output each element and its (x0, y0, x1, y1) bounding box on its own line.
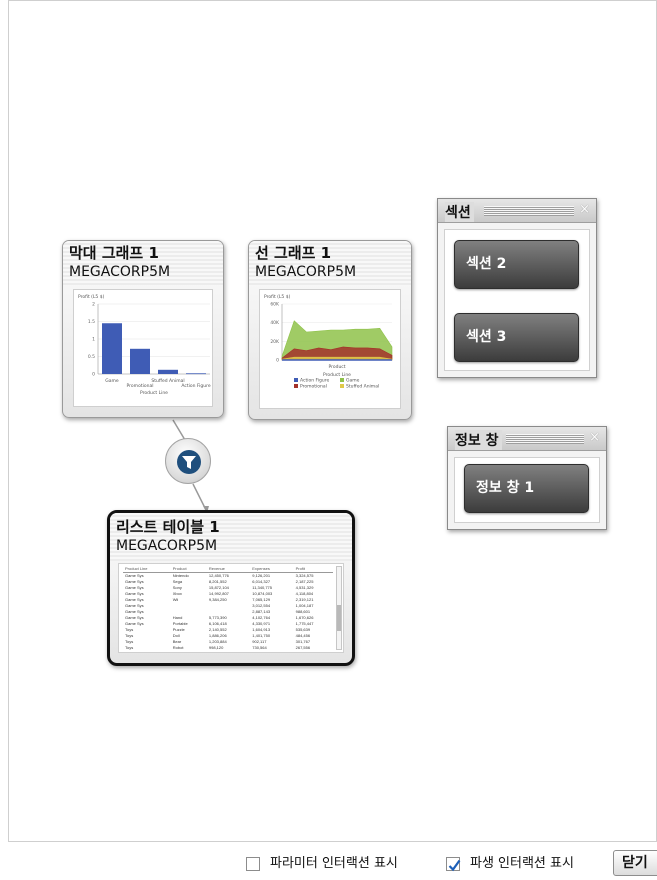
sections-panel-body: 섹션 2 섹션 3 (444, 229, 590, 371)
legend-label: Game (346, 378, 360, 384)
bar-chart-thumbnail: Profit (L5 $) 2 1.5 1 0.5 0 Game Promotional Stu… (73, 289, 213, 407)
y-tick-label: 0.5 (88, 354, 95, 360)
x-axis-label: Product Line (140, 390, 168, 396)
bar-chart-title: 막대 그래프 1 (69, 244, 159, 262)
list-table-thumbnail: Product Line Product Revenue Expenses Profit… (118, 563, 344, 653)
y-tick-label: 0 (276, 358, 279, 364)
list-table-datasource: MEGACORP5M (116, 538, 218, 554)
filter-connector[interactable] (165, 438, 211, 484)
bar (130, 348, 150, 374)
info-window-panel[interactable]: 정보 창 × 정보 창 1 (447, 426, 607, 530)
table-cell: 730,564 (252, 645, 267, 650)
close-icon[interactable]: × (589, 430, 600, 445)
legend-label: Promotional (300, 384, 327, 390)
legend-label: Stuffed Animal (346, 384, 379, 390)
info-window-panel-title: 정보 창 (455, 430, 502, 450)
y-axis-label: Profit (L5 $) (264, 294, 291, 300)
x-tick-label: Promotional (127, 383, 154, 389)
x-tick-label: Stuffed Animal (151, 378, 184, 384)
x-tick-label: Game (105, 378, 119, 384)
list-table: Product Line Product Revenue Expenses Profit… (123, 566, 333, 651)
checkmark-icon (448, 859, 461, 872)
table-row: Toys Robot 998,120 730,564 267,556 (123, 645, 333, 651)
legend-swatch (340, 384, 344, 388)
bar (102, 323, 122, 374)
info-window-panel-body: 정보 창 1 (454, 457, 600, 523)
x-tick-label: Action Figure (181, 383, 210, 389)
y-tick-label: 1 (92, 337, 95, 343)
line-chart-datasource: MEGACORP5M (255, 264, 357, 280)
sections-panel-title: 섹션 (445, 202, 474, 222)
sections-panel-header[interactable]: 섹션 × (438, 199, 596, 223)
line-chart-card[interactable]: 선 그래프 1 MEGACORP5M Profit (L5 $) 60K 40K 20… (248, 240, 412, 420)
sections-panel[interactable]: 섹션 × 섹션 2 섹션 3 (437, 198, 597, 378)
close-button[interactable]: 닫기 (613, 850, 657, 876)
list-table-scrollbar[interactable] (336, 566, 342, 650)
y-tick-label: 40K (270, 320, 280, 326)
line-chart-title: 선 그래프 1 (255, 244, 332, 262)
param-interaction-checkbox[interactable] (246, 857, 260, 871)
drag-grip[interactable] (484, 206, 574, 216)
line-chart-thumbnail: Profit (L5 $) 60K 40K 20K 0 Product Product Li… (259, 289, 401, 409)
bar-chart-datasource: MEGACORP5M (69, 264, 171, 280)
bar-chart-svg: Profit (L5 $) 2 1.5 1 0.5 0 Game PromotionalStu… (78, 294, 211, 396)
close-icon[interactable]: × (579, 202, 590, 217)
derived-interaction-checkbox[interactable] (446, 857, 461, 872)
bar (186, 373, 206, 375)
legend-label: Action Figure (300, 378, 329, 384)
y-tick-label: 0 (92, 372, 95, 378)
derived-interaction-label: 파생 인터랙션 표시 (470, 856, 574, 871)
y-tick-label: 20K (270, 339, 280, 345)
y-axis-label: Profit (L5 $) (78, 294, 105, 300)
list-table-card[interactable]: 리스트 테이블 1 MEGACORP5M Product Line Product… (107, 510, 355, 666)
section-3-button[interactable]: 섹션 3 (454, 313, 579, 362)
legend-swatch (294, 384, 298, 388)
list-table-title: 리스트 테이블 1 (116, 518, 220, 536)
legend-swatch (294, 378, 298, 382)
line-chart-svg: Profit (L5 $) 60K 40K 20K 0 Product Product Li… (264, 294, 393, 390)
table-cell: 998,120 (208, 645, 224, 650)
bar-chart-card[interactable]: 막대 그래프 1 MEGACORP5M Profit (L5 $) 2 1.5 1 0.… (62, 240, 224, 418)
legend-swatch (340, 378, 344, 382)
y-tick-label: 1.5 (88, 319, 95, 325)
drag-grip[interactable] (506, 434, 584, 444)
y-tick-label: 2 (92, 302, 95, 308)
param-interaction-label: 파라미터 인터랙션 표시 (270, 856, 398, 871)
section-2-button[interactable]: 섹션 2 (454, 240, 579, 289)
info-window-1-button[interactable]: 정보 창 1 (464, 464, 589, 513)
table-cell: Robot (172, 645, 184, 650)
y-tick-label: 60K (270, 302, 280, 308)
table-cell: Toys (125, 645, 134, 650)
legend-title: Product Line (323, 372, 351, 378)
scrollbar-thumb[interactable] (337, 605, 341, 631)
info-window-panel-header[interactable]: 정보 창 × (448, 427, 606, 451)
x-axis-label: Product (328, 364, 345, 370)
funnel-icon (177, 450, 201, 474)
table-cell: 267,556 (295, 645, 311, 650)
bar (158, 369, 178, 374)
